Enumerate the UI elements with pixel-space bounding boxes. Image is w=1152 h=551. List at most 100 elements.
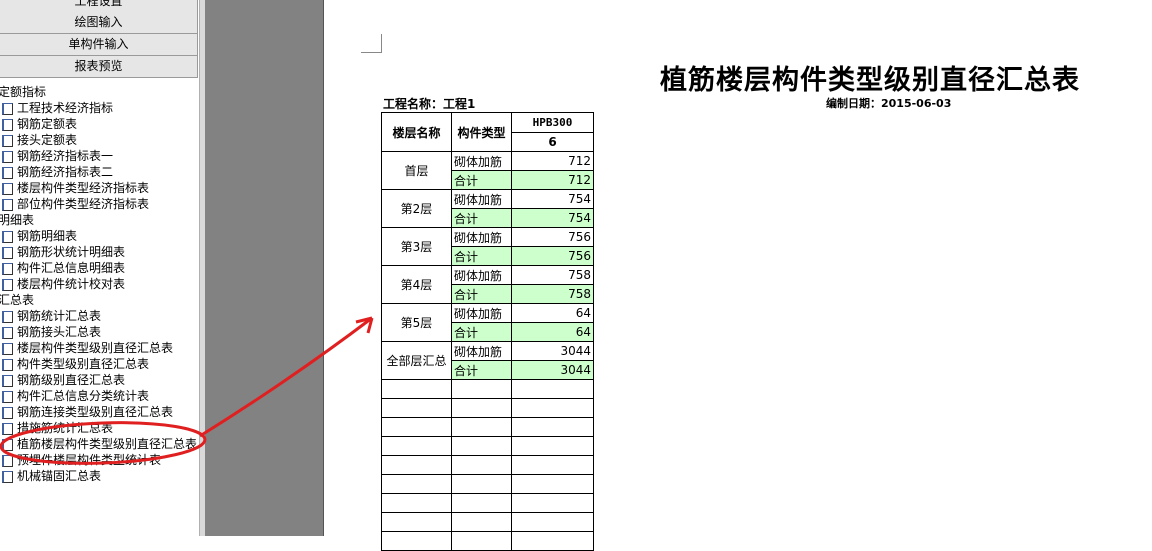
empty-cell bbox=[381, 455, 452, 475]
empty-cell bbox=[451, 531, 512, 551]
tree-item[interactable]: 构件类型级别直径汇总表 bbox=[0, 356, 199, 372]
report-date: 编制日期：2015-06-03 bbox=[826, 97, 952, 110]
value-cell: 64 bbox=[511, 303, 594, 323]
tree-item-label: 钢筋连接类型级别直径汇总表 bbox=[17, 405, 174, 419]
header-grade: HPB300 bbox=[511, 112, 594, 133]
nav-single-component-button[interactable]: 单构件输入 bbox=[0, 34, 198, 56]
table-row: 第3层 砌体加筋 756 bbox=[381, 227, 594, 266]
empty-cell bbox=[451, 436, 512, 456]
tree-item[interactable]: 部位构件类型经济指标表 bbox=[0, 196, 199, 212]
value-cell: 756 bbox=[511, 227, 594, 247]
type-cell: 砌体加筋 bbox=[451, 303, 512, 323]
tree-group[interactable]: 汇总表 bbox=[0, 292, 199, 308]
tree-item[interactable]: 接头定额表 bbox=[0, 132, 199, 148]
header-floor: 楼层名称 bbox=[381, 112, 452, 152]
document-icon bbox=[2, 135, 13, 147]
empty-cell bbox=[511, 436, 594, 456]
total-value-cell: 3044 bbox=[511, 360, 594, 380]
document-icon bbox=[2, 119, 13, 131]
tree-item[interactable]: 机械锚固汇总表 bbox=[0, 468, 199, 484]
project-name: 工程名称：工程1 bbox=[383, 97, 476, 111]
tree-item[interactable]: 钢筋经济指标表二 bbox=[0, 164, 199, 180]
tree-item[interactable]: 钢筋明细表 bbox=[0, 228, 199, 244]
empty-cell bbox=[381, 512, 452, 532]
nav-drawing-input-button[interactable]: 绘图输入 bbox=[0, 12, 198, 34]
header-component-type: 构件类型 bbox=[451, 112, 512, 152]
tree-item-label: 措施筋统计汇总表 bbox=[17, 421, 114, 435]
tree-item-label: 构件汇总信息分类统计表 bbox=[17, 389, 150, 403]
document-icon bbox=[2, 279, 13, 291]
tree-item[interactable]: 工程技术经济指标 bbox=[0, 100, 199, 116]
tree-item-label: 钢筋定额表 bbox=[17, 117, 78, 131]
nav-report-preview-button[interactable]: 报表预览 bbox=[0, 56, 198, 78]
empty-cell bbox=[511, 474, 594, 494]
empty-row bbox=[381, 398, 594, 418]
tree-item[interactable]: 钢筋统计汇总表 bbox=[0, 308, 199, 324]
tree-item[interactable]: 楼层构件类型级别直径汇总表 bbox=[0, 340, 199, 356]
floor-cell: 第3层 bbox=[381, 227, 452, 266]
empty-cell bbox=[381, 531, 452, 551]
tree-item-label: 工程技术经济指标 bbox=[17, 101, 114, 115]
empty-row bbox=[381, 512, 594, 532]
type-cell: 砌体加筋 bbox=[451, 265, 512, 285]
floor-cell: 第4层 bbox=[381, 265, 452, 304]
empty-cell bbox=[381, 474, 452, 494]
document-icon bbox=[2, 391, 13, 403]
total-label-cell: 合计 bbox=[451, 322, 512, 342]
document-icon bbox=[2, 359, 13, 371]
empty-cell bbox=[451, 398, 512, 418]
document-icon bbox=[2, 247, 13, 259]
total-label-cell: 合计 bbox=[451, 284, 512, 304]
tree-item[interactable]: 钢筋形状统计明细表 bbox=[0, 244, 199, 260]
tree-item[interactable]: 植筋楼层构件类型级别直径汇总表 bbox=[0, 436, 199, 452]
tree-item[interactable]: 钢筋级别直径汇总表 bbox=[0, 372, 199, 388]
total-label-cell: 合计 bbox=[451, 246, 512, 266]
tree-item[interactable]: 钢筋连接类型级别直径汇总表 bbox=[0, 404, 199, 420]
tree-item-label: 构件汇总信息明细表 bbox=[17, 261, 126, 275]
tree-item[interactable]: 钢筋接头汇总表 bbox=[0, 324, 199, 340]
tree-item-label: 楼层构件类型级别直径汇总表 bbox=[17, 341, 174, 355]
tree-item[interactable]: 措施筋统计汇总表 bbox=[0, 420, 199, 436]
document-icon bbox=[2, 167, 13, 179]
tree-item[interactable]: 钢筋经济指标表一 bbox=[0, 148, 199, 164]
page-corner-mark bbox=[361, 34, 382, 53]
document-icon bbox=[2, 231, 13, 243]
left-panel: 工程设置 绘图输入 单构件输入 报表预览 定额指标 工程技术经济指标 钢筋定额表 接头… bbox=[0, 0, 199, 536]
empty-cell bbox=[451, 474, 512, 494]
type-cell: 砌体加筋 bbox=[451, 189, 512, 209]
empty-cell bbox=[511, 455, 594, 475]
tree-item-label: 钢筋形状统计明细表 bbox=[17, 245, 126, 259]
header-diameter: 6 bbox=[511, 131, 594, 152]
table-row: 第5层 砌体加筋 64 bbox=[381, 303, 594, 342]
tree-group[interactable]: 定额指标 bbox=[0, 84, 199, 100]
tree-item-label: 部位构件类型经济指标表 bbox=[17, 197, 150, 211]
tree-item-label: 钢筋经济指标表一 bbox=[17, 149, 114, 163]
type-cell: 砌体加筋 bbox=[451, 151, 512, 171]
value-cell: 754 bbox=[511, 189, 594, 209]
document-icon bbox=[2, 455, 13, 467]
tree-item-label: 植筋楼层构件类型级别直径汇总表 bbox=[17, 437, 198, 451]
tree-item-label: 钢筋级别直径汇总表 bbox=[17, 373, 126, 387]
empty-row bbox=[381, 379, 594, 399]
tree-item[interactable]: 构件汇总信息明细表 bbox=[0, 260, 199, 276]
tree-item-label: 钢筋统计汇总表 bbox=[17, 309, 102, 323]
empty-cell bbox=[451, 417, 512, 437]
value-cell: 712 bbox=[511, 151, 594, 171]
tree-group[interactable]: 明细表 bbox=[0, 212, 199, 228]
empty-cell bbox=[511, 493, 594, 513]
floor-cell: 首层 bbox=[381, 151, 452, 190]
tree-item[interactable]: 构件汇总信息分类统计表 bbox=[0, 388, 199, 404]
empty-cell bbox=[511, 531, 594, 551]
tree-item[interactable]: 楼层构件类型经济指标表 bbox=[0, 180, 199, 196]
tree-item[interactable]: 预埋件楼层构件类型统计表 bbox=[0, 452, 199, 468]
tree-item[interactable]: 楼层构件统计校对表 bbox=[0, 276, 199, 292]
document-icon bbox=[2, 311, 13, 323]
empty-cell bbox=[381, 417, 452, 437]
document-icon bbox=[2, 327, 13, 339]
document-icon bbox=[2, 151, 13, 163]
empty-cell bbox=[381, 379, 452, 399]
empty-row bbox=[381, 436, 594, 456]
type-cell: 砌体加筋 bbox=[451, 227, 512, 247]
total-value-cell: 712 bbox=[511, 170, 594, 190]
tree-item[interactable]: 钢筋定额表 bbox=[0, 116, 199, 132]
